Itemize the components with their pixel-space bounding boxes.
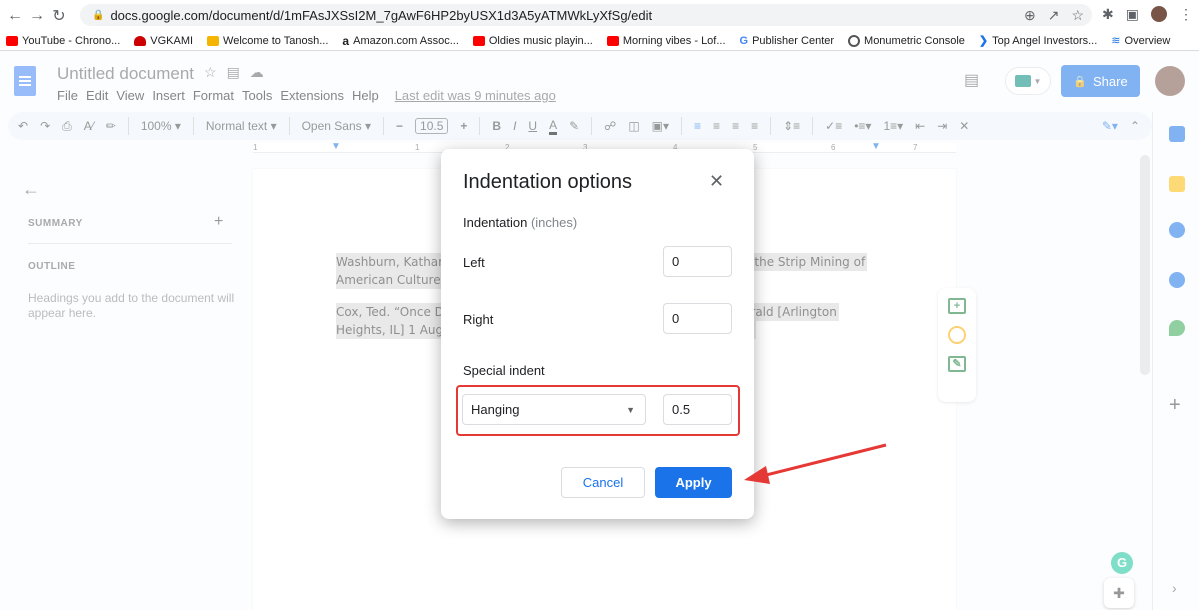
extensions-icon[interactable]: ✱ (1102, 6, 1114, 23)
bookmarks-bar: YouTube - Chrono... VGKAMI Welcome to Ta… (0, 31, 1199, 51)
bookmark[interactable]: ≋ Overview (1111, 34, 1170, 48)
menu-icon[interactable]: ⋮ (1179, 6, 1193, 23)
lock-icon: 🔒 (92, 9, 105, 21)
address-bar[interactable]: 🔒 docs.google.com/document/d/1mFAsJXSsI2… (80, 4, 1092, 26)
youtube-icon (606, 35, 619, 46)
youtube-icon (472, 35, 485, 46)
url-text: docs.google.com/document/d/1mFAsJXSsI2M_… (110, 7, 653, 23)
dialog-title: Indentation options (463, 171, 633, 193)
bookmark[interactable]: ❯ Top Angel Investors... (978, 34, 1097, 48)
bookmark[interactable]: a Amazon.com Assoc... (342, 34, 458, 48)
vgkami-icon (134, 35, 147, 46)
bookmark[interactable]: VGKAMI (134, 35, 193, 47)
bookmark[interactable]: G Publisher Center (740, 35, 835, 47)
right-label: Right (463, 312, 494, 327)
left-indent-input[interactable] (663, 246, 732, 277)
right-indent-input[interactable] (663, 303, 732, 334)
angel-icon: ❯ (978, 35, 989, 47)
cancel-button[interactable]: Cancel (561, 467, 645, 498)
forward-icon[interactable]: → (26, 7, 48, 25)
special-indent-input[interactable] (663, 394, 732, 425)
youtube-icon (6, 35, 18, 46)
annotation-arrow-icon (744, 443, 887, 484)
special-indent-label: Special indent (463, 363, 545, 378)
profile-icon[interactable] (1151, 6, 1167, 22)
left-label: Left (463, 255, 485, 270)
bookmark[interactable]: YouTube - Chrono... (6, 35, 120, 47)
chevron-down-icon: ▼ (626, 404, 635, 415)
sidebar-icon[interactable]: ▣ (1126, 6, 1139, 23)
browser-toolbar: ← → ↻ 🔒 docs.google.com/document/d/1mFAs… (0, 0, 1199, 31)
bookmark[interactable]: Oldies music playin... (472, 35, 593, 47)
share-page-icon[interactable]: ↗ (1048, 7, 1060, 24)
special-indent-select[interactable]: Hanging ▼ (462, 394, 646, 425)
google-icon: G (739, 34, 749, 47)
bookmark[interactable]: Welcome to Tanosh... (207, 35, 328, 47)
indentation-heading: Indentation (inches) (463, 215, 578, 230)
tanosh-icon (207, 35, 220, 46)
reload-icon[interactable]: ↻ (48, 6, 70, 26)
bookmark[interactable]: Monumetric Console (848, 34, 965, 47)
close-icon[interactable]: ✕ (709, 171, 724, 192)
bookmark[interactable]: Morning vibes - Lof... (606, 35, 726, 47)
amazon-icon: a (342, 33, 350, 48)
zoom-icon[interactable]: ⊕ (1024, 7, 1036, 24)
apply-button[interactable]: Apply (655, 467, 732, 498)
back-icon[interactable]: ← (4, 7, 26, 25)
overview-icon: ≋ (1111, 35, 1121, 47)
monumetric-icon (848, 34, 861, 47)
star-icon[interactable]: ☆ (1071, 7, 1084, 24)
indentation-options-dialog: Indentation options ✕ Indentation (inche… (441, 149, 754, 519)
